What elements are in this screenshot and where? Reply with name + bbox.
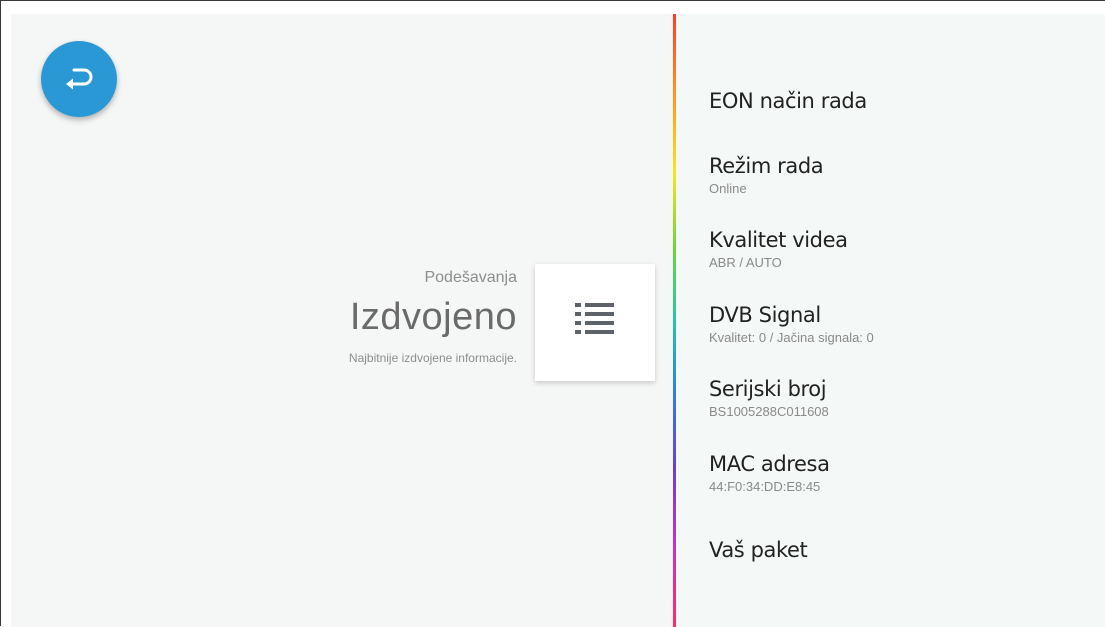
menu-item-serial-number[interactable]: Serijski broj BS1005288C011608: [709, 376, 1089, 421]
menu-item-label: Kvalitet videa: [709, 228, 848, 252]
return-arrow-icon: [62, 62, 96, 97]
menu-item-dvb-signal[interactable]: DVB Signal Kvalitet: 0 / Jačina signala:…: [709, 302, 1089, 347]
menu-item-eon-mode[interactable]: EON način rada: [709, 88, 1089, 114]
menu-item-label: Vaš paket: [709, 538, 808, 562]
menu-item-label: MAC adresa: [709, 452, 830, 476]
menu-item-video-quality[interactable]: Kvalitet videa ABR / AUTO: [709, 227, 1089, 272]
menu-item-value: ABR / AUTO: [709, 255, 782, 270]
menu-item-operating-mode[interactable]: Režim rada Online: [709, 153, 1089, 198]
screen-frame: Podešavanja Izdvojeno Najbitnije izdvoje…: [0, 0, 1105, 627]
settings-menu: EON način rada Režim rada Online Kvalite…: [676, 14, 1105, 627]
menu-item-your-package[interactable]: Vaš paket: [709, 537, 1089, 563]
section-panel: Podešavanja Izdvojeno Najbitnije izdvoje…: [11, 14, 673, 627]
menu-item-mac-address[interactable]: MAC adresa 44:F0:34:DD:E8:45: [709, 451, 1089, 496]
menu-item-value: BS1005288C011608: [709, 404, 829, 419]
section-card[interactable]: [535, 264, 655, 381]
menu-item-label: Režim rada: [709, 154, 824, 178]
menu-item-value: Online: [709, 181, 747, 196]
menu-item-label: EON način rada: [709, 89, 867, 113]
menu-item-value: 44:F0:34:DD:E8:45: [709, 479, 821, 494]
list-icon: [575, 301, 615, 344]
section-header: Podešavanja Izdvojeno Najbitnije izdvoje…: [217, 268, 517, 366]
section-description: Najbitnije izdvojene informacije.: [348, 351, 517, 365]
menu-item-value: Kvalitet: 0 / Jačina signala: 0: [709, 330, 874, 345]
menu-item-label: DVB Signal: [709, 303, 821, 327]
section-title: Izdvojeno: [349, 296, 517, 338]
section-subtitle: Podešavanja: [424, 269, 517, 286]
back-button[interactable]: [41, 41, 117, 117]
menu-item-label: Serijski broj: [709, 377, 827, 401]
